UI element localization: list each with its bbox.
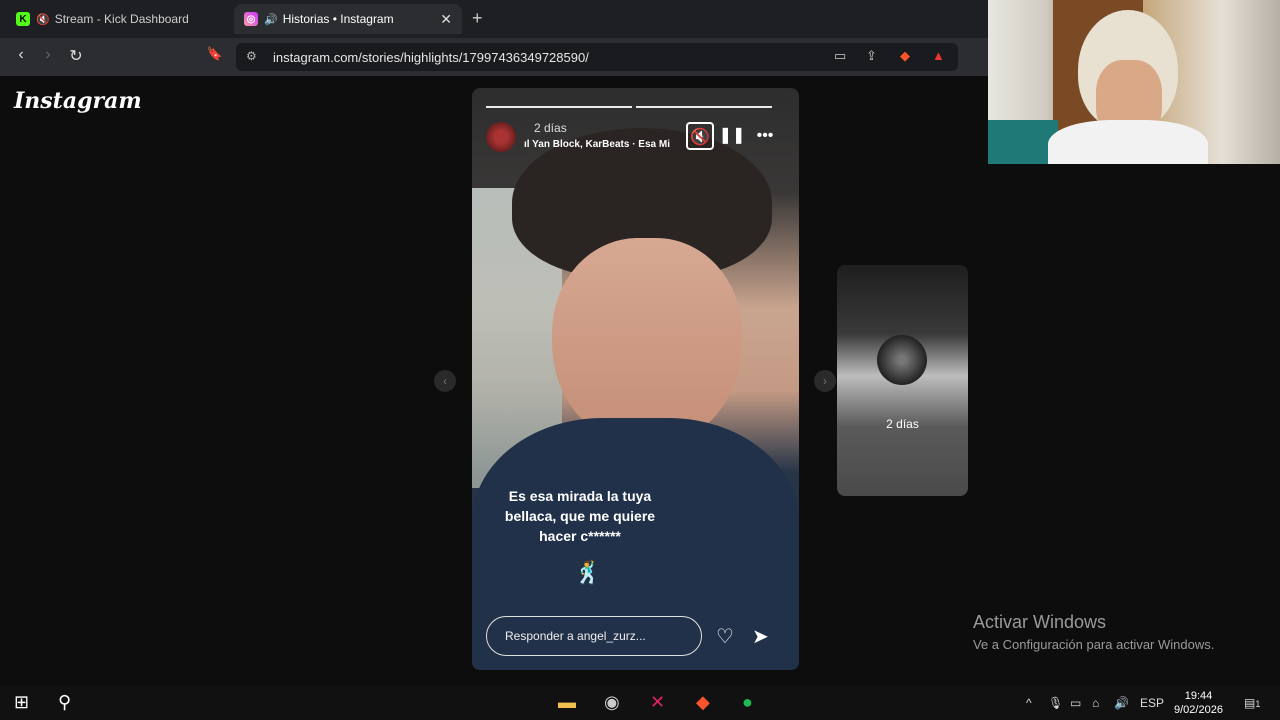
- tab-kick-dashboard[interactable]: K 🔇 Stream - Kick Dashboard: [6, 4, 228, 34]
- taskbar: ⊞ ⚲ ▬ ◉ ✕ ◆ ● ^ 🎙 ▭ ⌂ 🔊 ESP 19:44 9/02/2…: [0, 686, 1280, 720]
- previous-story-button[interactable]: ‹: [434, 370, 456, 392]
- forward-button[interactable]: ›: [37, 46, 59, 64]
- site-settings-icon[interactable]: ⚙: [246, 49, 257, 63]
- close-tab-icon[interactable]: ✕: [440, 11, 452, 28]
- dancer-sticker-icon: 🕺: [574, 560, 602, 585]
- story-image-face: [552, 238, 742, 448]
- speaker-icon[interactable]: 🔊: [264, 13, 278, 26]
- right-empty-area: [988, 164, 1280, 686]
- url-text[interactable]: instagram.com/stories/highlights/1799743…: [273, 50, 589, 65]
- search-icon[interactable]: ⚲: [58, 692, 71, 713]
- activate-windows-watermark: Activar Windows Ve a Configuración para …: [973, 612, 1215, 652]
- instagram-icon: ◎: [244, 12, 258, 26]
- next-story-button[interactable]: ›: [814, 370, 836, 392]
- next-story-time: 2 días: [886, 417, 919, 431]
- show-hidden-icons-icon[interactable]: ^: [1026, 696, 1032, 710]
- story-progress-segment: [486, 106, 632, 108]
- clock[interactable]: 19:44 9/02/2026: [1174, 689, 1223, 717]
- tab-bar: K 🔇 Stream - Kick Dashboard ◎ 🔊 Historia…: [0, 0, 988, 38]
- back-button[interactable]: ‹: [10, 46, 32, 64]
- story-caption: Es esa mirada la tuya bellaca, que me qu…: [504, 488, 656, 544]
- story-progress-segment: [636, 106, 772, 108]
- brave-browser-icon[interactable]: ◆: [696, 692, 710, 713]
- address-bar[interactable]: ⚙ instagram.com/stories/highlights/17997…: [236, 43, 958, 71]
- browser-window: K 🔇 Stream - Kick Dashboard ◎ 🔊 Historia…: [0, 0, 988, 686]
- send-icon[interactable]: ➤: [752, 624, 769, 649]
- bookmark-icon[interactable]: 🔖: [204, 46, 226, 62]
- reload-button[interactable]: ↻: [65, 46, 87, 66]
- file-explorer-icon[interactable]: ▬: [558, 692, 576, 713]
- pause-button[interactable]: ❚❚: [718, 122, 746, 150]
- language-indicator[interactable]: ESP: [1140, 696, 1164, 710]
- battery-icon[interactable]: ▭: [1070, 696, 1081, 710]
- capcut-icon[interactable]: ✕: [650, 692, 665, 713]
- new-tab-button[interactable]: +: [472, 8, 483, 29]
- notifications-icon[interactable]: ▤1: [1244, 696, 1260, 710]
- browser-toolbar: ‹ › ↻ 🔖 ⚙ instagram.com/stories/highligh…: [0, 38, 988, 76]
- instagram-logo[interactable]: Instagram: [14, 88, 142, 114]
- brave-rewards-icon[interactable]: ▲: [932, 48, 945, 63]
- brave-shields-icon[interactable]: ◆: [900, 48, 910, 64]
- volume-icon[interactable]: 🔊: [1114, 696, 1129, 710]
- webcam-body: [1048, 120, 1208, 164]
- share-icon[interactable]: ⇪: [866, 48, 877, 64]
- obs-icon[interactable]: ◉: [604, 692, 620, 713]
- webcam-overlay: [988, 0, 1280, 164]
- tab-instagram-stories[interactable]: ◎ 🔊 Historias • Instagram ✕: [234, 4, 462, 34]
- story-time: 2 días: [534, 121, 567, 135]
- cast-icon[interactable]: ▭: [834, 48, 846, 64]
- like-heart-icon[interactable]: ♡: [716, 624, 734, 649]
- tab-title: Stream - Kick Dashboard: [54, 12, 189, 26]
- story-music[interactable]: ıl Yan Block, KarBeats · Esa Mi: [524, 139, 682, 150]
- reply-input[interactable]: Responder a angel_zurz...: [486, 616, 702, 656]
- spotify-icon[interactable]: ●: [742, 692, 753, 713]
- network-icon[interactable]: ⌂: [1092, 696, 1099, 710]
- muted-speaker-icon[interactable]: 🔇: [36, 13, 50, 26]
- microphone-icon[interactable]: 🎙: [1048, 696, 1063, 710]
- more-options-button[interactable]: •••: [751, 122, 779, 150]
- next-story-thumbnail: [877, 335, 927, 385]
- avatar[interactable]: [486, 122, 516, 152]
- mute-button[interactable]: 🔇: [686, 122, 714, 150]
- next-story-preview[interactable]: 2 días: [837, 265, 968, 496]
- story-viewer[interactable]: 2 días ıl Yan Block, KarBeats · Esa Mi 🔇…: [472, 88, 799, 670]
- music-icon: ıl: [524, 139, 533, 150]
- kick-icon: K: [16, 12, 30, 26]
- windows-start-icon[interactable]: ⊞: [14, 692, 29, 713]
- tab-title: Historias • Instagram: [282, 12, 394, 26]
